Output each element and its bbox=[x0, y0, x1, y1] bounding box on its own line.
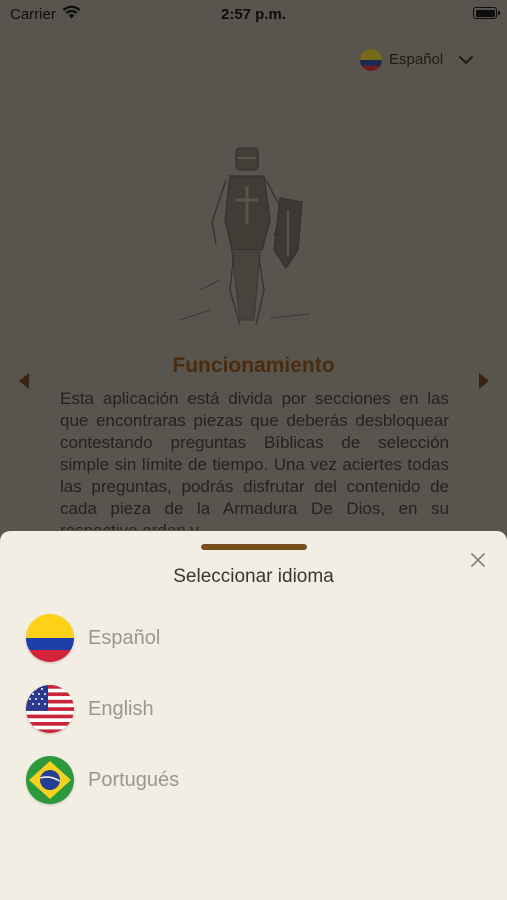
sheet-grabber[interactable] bbox=[201, 544, 307, 550]
language-option-label: Español bbox=[88, 627, 161, 649]
section-title: Funcionamiento bbox=[172, 354, 335, 377]
sheet-title: Seleccionar idioma bbox=[173, 566, 334, 587]
colombia-flag-icon bbox=[26, 614, 74, 662]
arrow-left-icon[interactable] bbox=[17, 372, 31, 390]
status-bar: Carrier 2:57 p.m. bbox=[0, 0, 507, 28]
language-sheet: Seleccionar idioma Español English Portu… bbox=[0, 531, 507, 900]
language-option-espanol[interactable]: Español bbox=[26, 614, 466, 664]
chevron-down-icon bbox=[459, 56, 473, 64]
language-option-label: English bbox=[88, 698, 154, 720]
language-option-portugues[interactable]: Portugués bbox=[26, 756, 466, 806]
colombia-flag-icon bbox=[360, 49, 382, 71]
brazil-flag-icon bbox=[26, 756, 74, 804]
language-selector[interactable]: Español bbox=[360, 48, 480, 72]
arrow-right-icon[interactable] bbox=[477, 372, 491, 390]
usa-flag-icon bbox=[26, 685, 74, 733]
language-option-label: Portugués bbox=[88, 769, 180, 791]
language-selector-label: Español bbox=[389, 51, 444, 68]
language-option-english[interactable]: English bbox=[26, 685, 466, 735]
battery-icon bbox=[473, 7, 500, 19]
status-time: 2:57 p.m. bbox=[220, 6, 287, 23]
knight-armor-illustration bbox=[179, 147, 311, 326]
section-description: Esta aplicación está divida por seccione… bbox=[60, 389, 449, 530]
